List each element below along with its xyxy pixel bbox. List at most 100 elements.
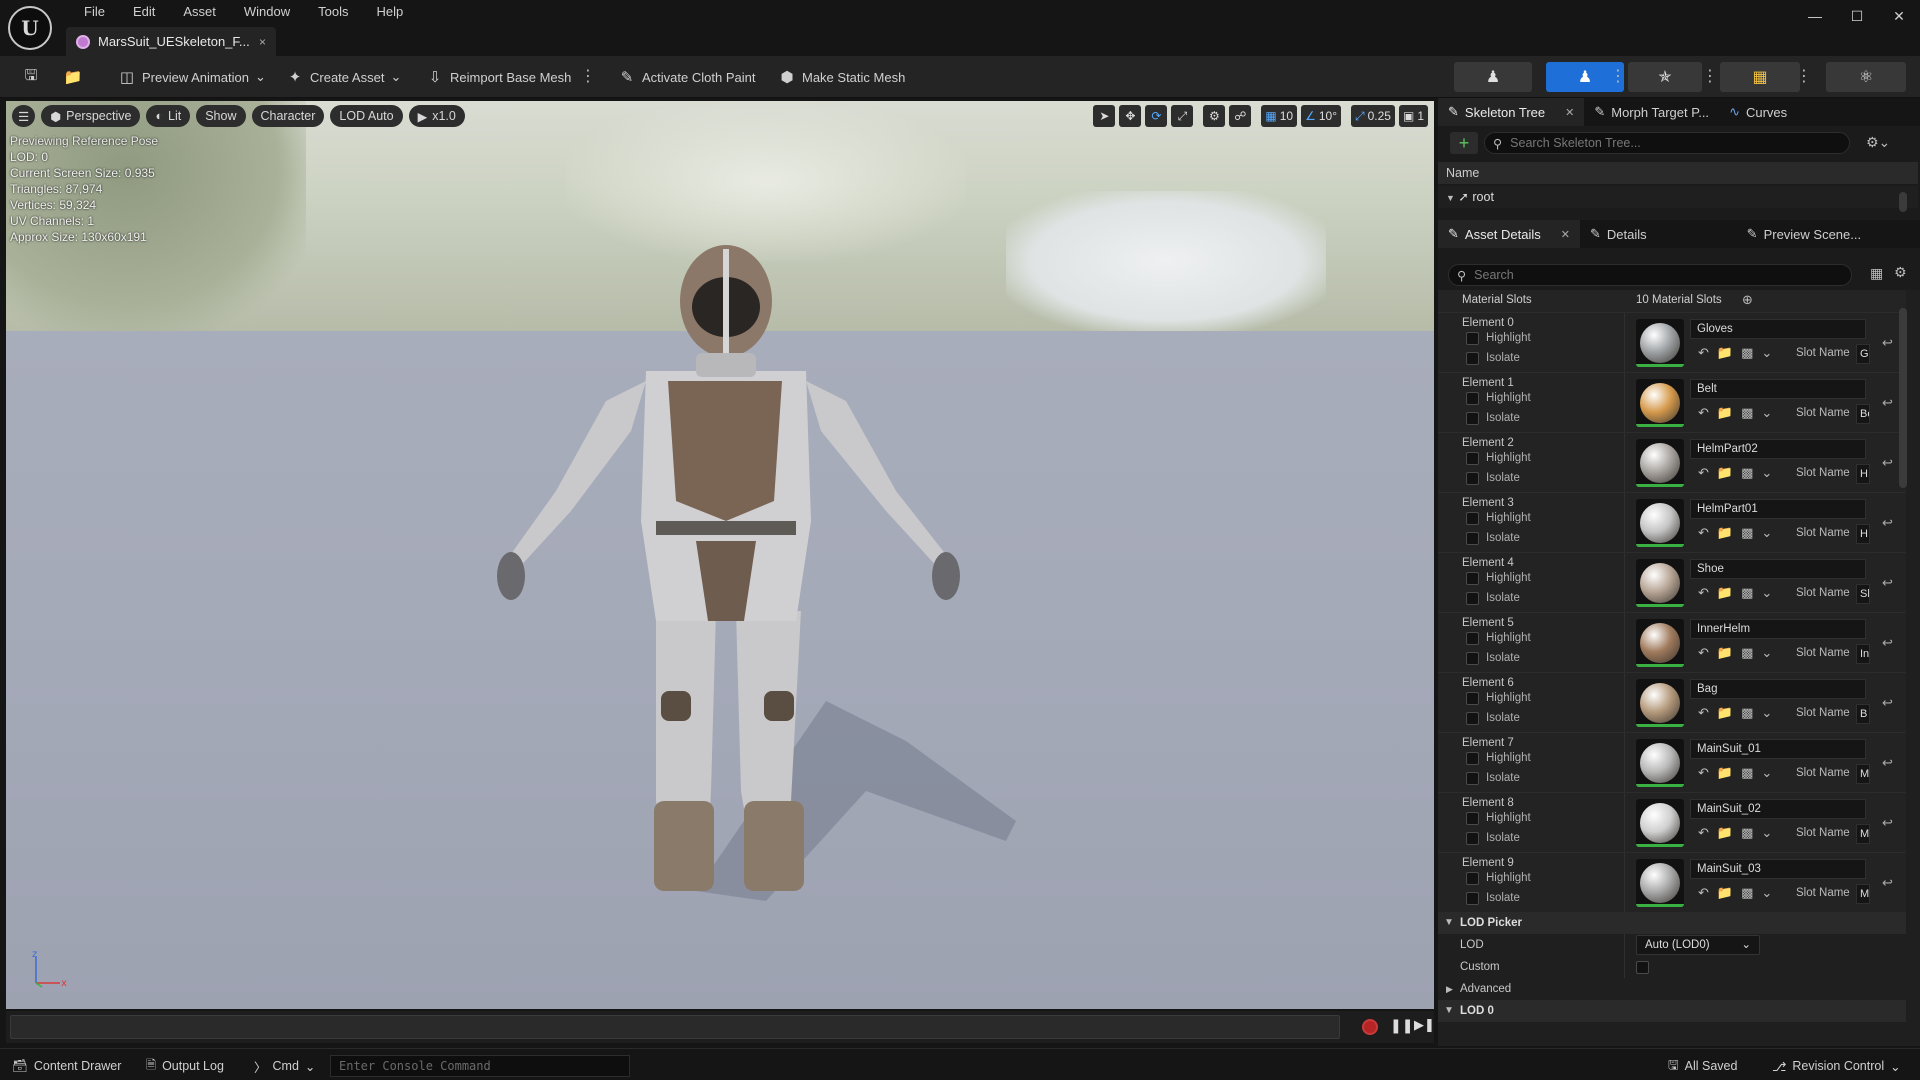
add-material-slot-icon[interactable]: ⊕ [1742, 292, 1753, 308]
chevron-down-icon[interactable]: ⌄ [1761, 885, 1772, 901]
close-tab-icon[interactable]: ✕ [1565, 106, 1574, 119]
menu-help[interactable]: Help [362, 3, 417, 21]
tab-morph-target[interactable]: ✎ Morph Target P... [1584, 98, 1719, 126]
details-scrollbar[interactable] [1899, 308, 1907, 488]
browse-folder-icon[interactable]: 📁 [1717, 705, 1733, 721]
surface-snap-button[interactable]: ⚙ [1203, 105, 1226, 127]
isolate-checkbox[interactable] [1466, 712, 1479, 725]
tab-asset-details[interactable]: ✎ Asset Details ✕ [1438, 220, 1580, 248]
highlight-checkbox[interactable] [1466, 872, 1479, 885]
material-name-field[interactable]: MainSuit_03 [1690, 859, 1866, 879]
camera-speed-button[interactable]: ▣ 1 [1398, 105, 1428, 127]
grid-snap-button[interactable]: ▦ 10 [1261, 105, 1298, 127]
lod-picker-section[interactable]: ▼ LOD Picker [1438, 912, 1906, 934]
slot-name-field[interactable]: H [1856, 464, 1870, 484]
close-tab-icon[interactable]: × [259, 35, 266, 49]
character-button[interactable]: Character [251, 105, 325, 127]
material-thumbnail[interactable] [1636, 799, 1684, 847]
lod-auto-button[interactable]: LOD Auto [330, 105, 403, 127]
save-button[interactable]: 🖫 [16, 64, 46, 90]
browse-folder-icon[interactable]: 📁 [1717, 765, 1733, 781]
scale-tool-button[interactable]: ⤢ [1171, 105, 1194, 127]
character-preview[interactable] [6, 101, 1434, 1009]
chevron-down-icon[interactable]: ⌄ [1761, 825, 1772, 841]
reset-arrow-icon[interactable]: ↩ [1882, 515, 1893, 531]
close-window-button[interactable]: ✕ [1878, 0, 1920, 32]
lod-select[interactable]: Auto (LOD0) ⌄ [1636, 935, 1760, 955]
material-thumbnail[interactable] [1636, 859, 1684, 907]
chevron-down-icon[interactable]: ⌄ [1761, 525, 1772, 541]
more-options-icon[interactable]: ⋮ [1610, 66, 1626, 86]
expand-arrow-icon[interactable]: ▼ [1446, 193, 1455, 203]
lit-button[interactable]: ◐ Lit [146, 105, 191, 127]
material-thumbnail[interactable] [1636, 499, 1684, 547]
material-grid-icon[interactable]: ▩ [1741, 345, 1753, 361]
browse-folder-icon[interactable]: 📁 [1717, 585, 1733, 601]
reset-arrow-icon[interactable]: ↩ [1882, 635, 1893, 651]
activate-cloth-paint-button[interactable]: ✎ Activate Cloth Paint [612, 64, 761, 90]
scale-snap-button[interactable]: ⤢ 0.25 [1351, 105, 1395, 127]
menu-edit[interactable]: Edit [119, 3, 169, 21]
use-selected-icon[interactable]: ↶ [1698, 765, 1709, 781]
highlight-checkbox[interactable] [1466, 632, 1479, 645]
more-options-icon[interactable]: ⋮ [1702, 66, 1718, 86]
material-name-field[interactable]: Bag [1690, 679, 1866, 699]
material-thumbnail[interactable] [1636, 439, 1684, 487]
reset-arrow-icon[interactable]: ↩ [1882, 455, 1893, 471]
chevron-down-icon[interactable]: ⌄ [1761, 705, 1772, 721]
cmd-button[interactable]: 〉 Cmd ⌄ [254, 1055, 315, 1077]
chevron-down-icon[interactable]: ⌄ [1761, 765, 1772, 781]
highlight-checkbox[interactable] [1466, 512, 1479, 525]
world-local-button[interactable]: ☍ [1229, 105, 1252, 127]
close-tab-icon[interactable]: ✕ [1561, 228, 1570, 241]
custom-checkbox[interactable] [1636, 961, 1649, 974]
skeleton-tree-row-root[interactable]: ▼ ➚ root [1438, 186, 1918, 208]
slot-name-field[interactable]: M [1856, 824, 1870, 844]
skeleton-search-input[interactable]: ⚲ Search Skeleton Tree... [1484, 132, 1850, 154]
isolate-checkbox[interactable] [1466, 472, 1479, 485]
browse-folder-icon[interactable]: 📁 [1717, 405, 1733, 421]
tab-skeleton-tree[interactable]: ✎ Skeleton Tree ✕ [1438, 98, 1585, 126]
slot-name-field[interactable]: In [1856, 644, 1870, 664]
console-input[interactable]: Enter Console Command [330, 1055, 630, 1077]
rotation-snap-button[interactable]: ∠ 10° [1301, 105, 1341, 127]
use-selected-icon[interactable]: ↶ [1698, 885, 1709, 901]
material-thumbnail[interactable] [1636, 319, 1684, 367]
more-options-icon[interactable]: ⋮ [1796, 66, 1812, 86]
isolate-checkbox[interactable] [1466, 832, 1479, 845]
record-button[interactable] [1362, 1019, 1378, 1035]
show-button[interactable]: Show [196, 105, 246, 127]
slot-name-field[interactable]: M [1856, 764, 1870, 784]
isolate-checkbox[interactable] [1466, 412, 1479, 425]
isolate-checkbox[interactable] [1466, 592, 1479, 605]
material-grid-icon[interactable]: ▩ [1741, 825, 1753, 841]
use-selected-icon[interactable]: ↶ [1698, 465, 1709, 481]
chevron-down-icon[interactable]: ⌄ [1761, 465, 1772, 481]
tab-curves[interactable]: ∿ Curves [1719, 98, 1797, 126]
add-bone-button[interactable]: + [1450, 132, 1478, 154]
isolate-checkbox[interactable] [1466, 532, 1479, 545]
slot-name-field[interactable]: B [1856, 704, 1870, 724]
tab-details[interactable]: ✎ Details [1580, 220, 1657, 248]
all-saved-button[interactable]: 🖫 All Saved [1668, 1055, 1737, 1077]
create-asset-button[interactable]: ✦ Create Asset ⌄ [280, 64, 407, 90]
play-speed-button[interactable]: ▶ x1.0 [408, 105, 465, 127]
browse-button[interactable]: 📁 [58, 64, 88, 90]
slot-name-field[interactable]: M [1856, 884, 1870, 904]
menu-window[interactable]: Window [230, 3, 304, 21]
browse-folder-icon[interactable]: 📁 [1717, 345, 1733, 361]
step-forward-button[interactable]: ▶❚ [1414, 1017, 1435, 1033]
browse-folder-icon[interactable]: 📁 [1717, 645, 1733, 661]
tab-preview-scene[interactable]: ✎ Preview Scene... [1737, 220, 1871, 248]
use-selected-icon[interactable]: ↶ [1698, 405, 1709, 421]
menu-tools[interactable]: Tools [304, 3, 362, 21]
lod0-section[interactable]: ▼ LOD 0 [1438, 1000, 1906, 1022]
reset-arrow-icon[interactable]: ↩ [1882, 335, 1893, 351]
use-selected-icon[interactable]: ↶ [1698, 705, 1709, 721]
reset-arrow-icon[interactable]: ↩ [1882, 875, 1893, 891]
highlight-checkbox[interactable] [1466, 452, 1479, 465]
browse-folder-icon[interactable]: 📁 [1717, 885, 1733, 901]
material-name-field[interactable]: Belt [1690, 379, 1866, 399]
details-search-input[interactable]: ⚲ Search [1448, 264, 1852, 286]
material-name-field[interactable]: MainSuit_01 [1690, 739, 1866, 759]
